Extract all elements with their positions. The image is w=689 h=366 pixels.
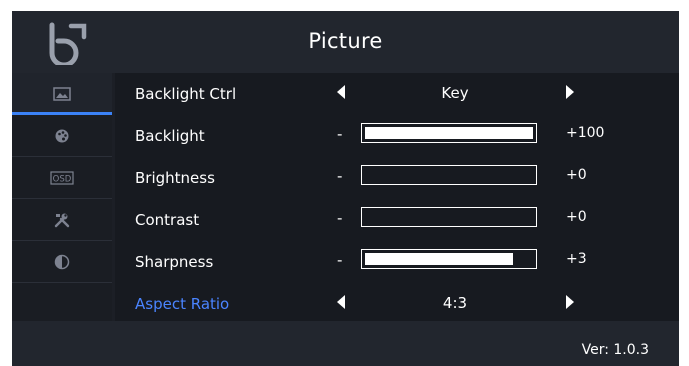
sidebar: OSD — [12, 73, 112, 321]
palette-icon — [54, 128, 70, 144]
sidebar-item-osd[interactable]: OSD — [12, 157, 112, 199]
decrease-indicator: - — [337, 251, 343, 269]
osd-icon-label: OSD — [53, 174, 72, 184]
sidebar-item-picture[interactable] — [12, 73, 112, 115]
slider-track[interactable] — [361, 165, 537, 185]
left-arrow-icon[interactable] — [337, 295, 345, 309]
sidebar-item-display[interactable] — [12, 241, 112, 283]
setting-row-backlight[interactable]: Backlight - +100 — [115, 115, 679, 157]
setting-row-contrast[interactable]: Contrast - +0 — [115, 199, 679, 241]
slider-fill — [365, 127, 533, 139]
decrease-indicator: - — [337, 209, 343, 227]
right-arrow-icon[interactable] — [566, 295, 574, 309]
slider-fill — [365, 253, 513, 265]
osd-menu: Picture OSD Backlight Ctrl Key Backlight… — [12, 11, 679, 366]
setting-row-brightness[interactable]: Brightness - +0 — [115, 157, 679, 199]
slider-track[interactable] — [361, 249, 537, 269]
sidebar-item-color[interactable] — [12, 115, 112, 157]
setting-value: +0 — [566, 167, 587, 183]
setting-label: Contrast — [135, 211, 200, 229]
osd-icon: OSD — [50, 170, 74, 185]
slider-track[interactable] — [361, 123, 537, 143]
setting-value: 4:3 — [442, 294, 468, 312]
setting-row-aspect-ratio[interactable]: Aspect Ratio 4:3 — [115, 283, 679, 325]
setting-label: Aspect Ratio — [135, 295, 230, 313]
slider-track[interactable] — [361, 207, 537, 227]
decrease-indicator: - — [337, 167, 343, 185]
version-label: Ver: 1.0.3 — [581, 342, 649, 358]
picture-icon — [53, 86, 71, 101]
setting-value: +100 — [566, 125, 605, 141]
setting-value: +3 — [566, 251, 587, 267]
footer: Ver: 1.0.3 — [12, 321, 679, 366]
left-arrow-icon[interactable] — [337, 85, 345, 99]
setting-label: Backlight Ctrl — [135, 85, 237, 103]
setting-row-sharpness[interactable]: Sharpness - +3 — [115, 241, 679, 283]
sidebar-item-tools[interactable] — [12, 199, 112, 241]
page-title: Picture — [308, 29, 383, 53]
sidebar-item-empty — [12, 283, 112, 324]
decrease-indicator: - — [337, 125, 343, 143]
setting-value: +0 — [566, 209, 587, 225]
setting-row-backlight-ctrl[interactable]: Backlight Ctrl Key — [115, 73, 679, 115]
setting-label: Brightness — [135, 169, 215, 187]
settings-panel: Backlight Ctrl Key Backlight - +100 Brig… — [115, 73, 679, 321]
setting-label: Sharpness — [135, 253, 214, 271]
contrast-icon — [54, 254, 70, 270]
setting-label: Backlight — [135, 127, 205, 145]
header: Picture — [12, 11, 679, 73]
right-arrow-icon[interactable] — [566, 85, 574, 99]
tools-icon — [54, 212, 70, 228]
setting-value: Key — [441, 84, 469, 102]
